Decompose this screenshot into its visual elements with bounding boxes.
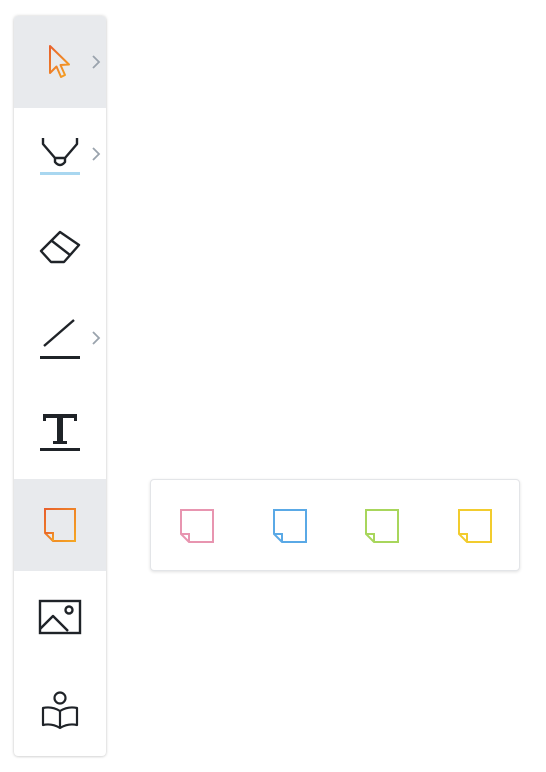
- person-reading-icon: [41, 691, 79, 730]
- sticky-note-icon: [44, 508, 76, 542]
- sticky-note-pink-icon: [180, 509, 214, 543]
- sticky-note-yellow-icon: [458, 509, 492, 543]
- marker-pen-icon: [40, 138, 80, 175]
- sticky-note-tool-button[interactable]: [14, 479, 106, 571]
- sticky-note-color-popover: [150, 479, 520, 571]
- eraser-tool-button[interactable]: [14, 200, 106, 292]
- sticky-note-green-icon: [365, 509, 399, 543]
- sticky-note-blue-icon: [273, 509, 307, 543]
- chevron-right-icon[interactable]: [90, 54, 102, 70]
- sticky-note-pink-option[interactable]: [179, 508, 215, 544]
- reader-tool-button[interactable]: [14, 664, 106, 756]
- image-tool-button[interactable]: [14, 571, 106, 663]
- text-T-icon: [40, 414, 80, 451]
- line-icon: [40, 319, 80, 359]
- image-icon: [38, 599, 82, 635]
- select-tool-button[interactable]: [14, 16, 106, 108]
- chevron-right-icon[interactable]: [90, 330, 102, 346]
- sticky-note-yellow-option[interactable]: [457, 508, 493, 544]
- text-tool-button[interactable]: [14, 384, 106, 476]
- chevron-right-icon[interactable]: [90, 146, 102, 162]
- cursor-arrow-icon: [49, 45, 70, 78]
- line-tool-button[interactable]: [14, 292, 106, 384]
- pen-tool-button[interactable]: [14, 108, 106, 200]
- sticky-note-blue-option[interactable]: [272, 508, 308, 544]
- tool-sidebar: [14, 16, 106, 756]
- sticky-note-green-option[interactable]: [364, 508, 400, 544]
- eraser-icon: [39, 230, 81, 264]
